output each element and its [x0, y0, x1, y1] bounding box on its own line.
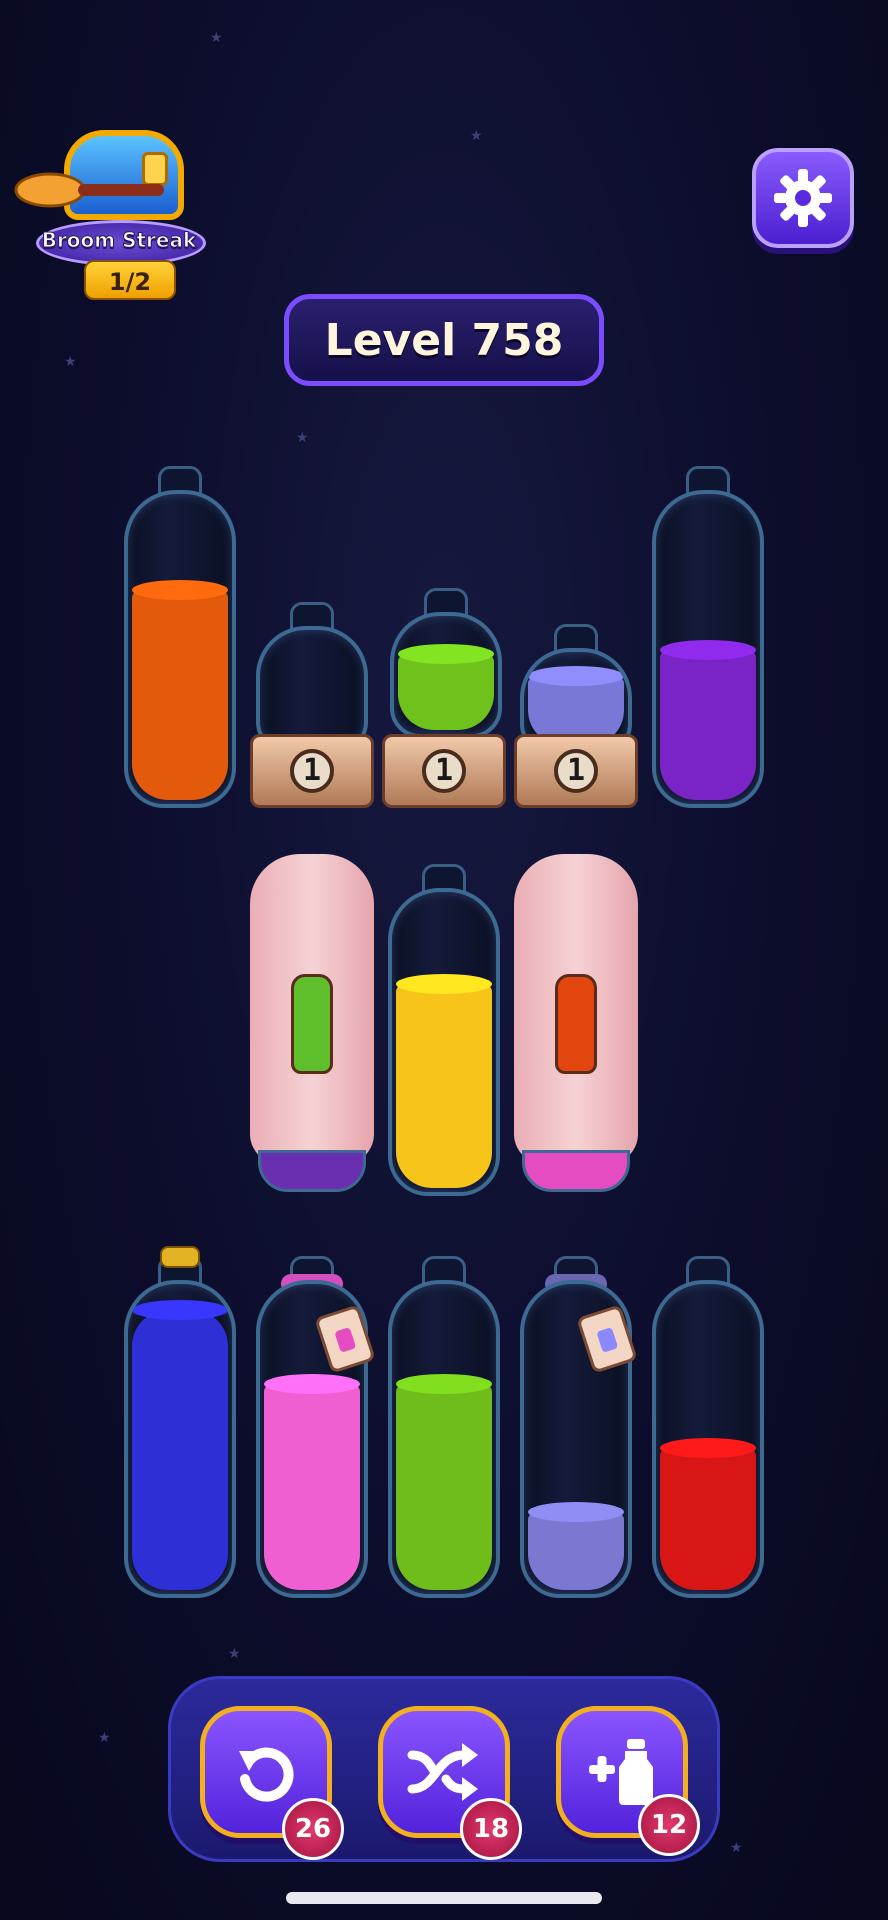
lock-count: 1 [290, 749, 334, 793]
bottle-glass [124, 1280, 236, 1598]
liquid-lavender [528, 1512, 624, 1590]
liquid-purple [660, 650, 756, 800]
liquid-pink [264, 1384, 360, 1590]
broom-icon [14, 172, 164, 208]
covered-bottle-base [522, 1150, 630, 1192]
undo-count-badge: 26 [282, 1798, 344, 1860]
mystery-bottle-icon [291, 974, 333, 1074]
locked-bottle[interactable] [390, 588, 502, 738]
liquid-blue [132, 1310, 228, 1590]
bottle-glass [652, 490, 764, 808]
bottle-glass [388, 888, 500, 1196]
bottle[interactable] [124, 466, 236, 808]
lock-count: 1 [422, 749, 466, 793]
streak-count: 1/2 [84, 260, 176, 300]
bottle[interactable] [652, 1256, 764, 1598]
mystery-bottle-icon [555, 974, 597, 1074]
shuffle-count-badge: 18 [460, 1798, 522, 1860]
covered-bottle[interactable] [514, 854, 638, 1164]
lock-crate: 1 [382, 734, 506, 808]
lock-crate: 1 [514, 734, 638, 808]
streak-title: Broom Streak [41, 228, 197, 253]
covered-bottle[interactable] [250, 854, 374, 1164]
bottle-glass [652, 1280, 764, 1598]
shuffle-icon [407, 1743, 478, 1801]
bottle[interactable] [388, 1256, 500, 1598]
bottle-glass [388, 1280, 500, 1598]
add-bottle-icon [589, 1739, 653, 1805]
bottle[interactable] [652, 466, 764, 808]
home-indicator[interactable] [286, 1892, 602, 1904]
liquid-yellow [396, 984, 492, 1188]
bottle-glass [124, 490, 236, 808]
broom-streak-widget[interactable]: Broom Streak 1/2 [14, 110, 206, 300]
liquid-red [660, 1448, 756, 1590]
level-label: Level 758 [284, 294, 604, 386]
liquid-green [398, 654, 494, 730]
lock-count: 1 [554, 749, 598, 793]
lock-crate: 1 [250, 734, 374, 808]
bottle[interactable] [124, 1246, 236, 1598]
gear-icon [774, 169, 832, 227]
settings-button[interactable] [752, 148, 854, 248]
bottle[interactable] [388, 864, 500, 1196]
cork-icon [160, 1246, 200, 1268]
liquid-orange [132, 590, 228, 800]
bottle-glass [390, 612, 502, 738]
liquid-green [396, 1384, 492, 1590]
covered-bottle-base [258, 1150, 366, 1192]
add-bottle-count-badge: 12 [638, 1794, 700, 1856]
locked-bottle[interactable] [256, 602, 368, 752]
undo-icon [239, 1747, 294, 1802]
